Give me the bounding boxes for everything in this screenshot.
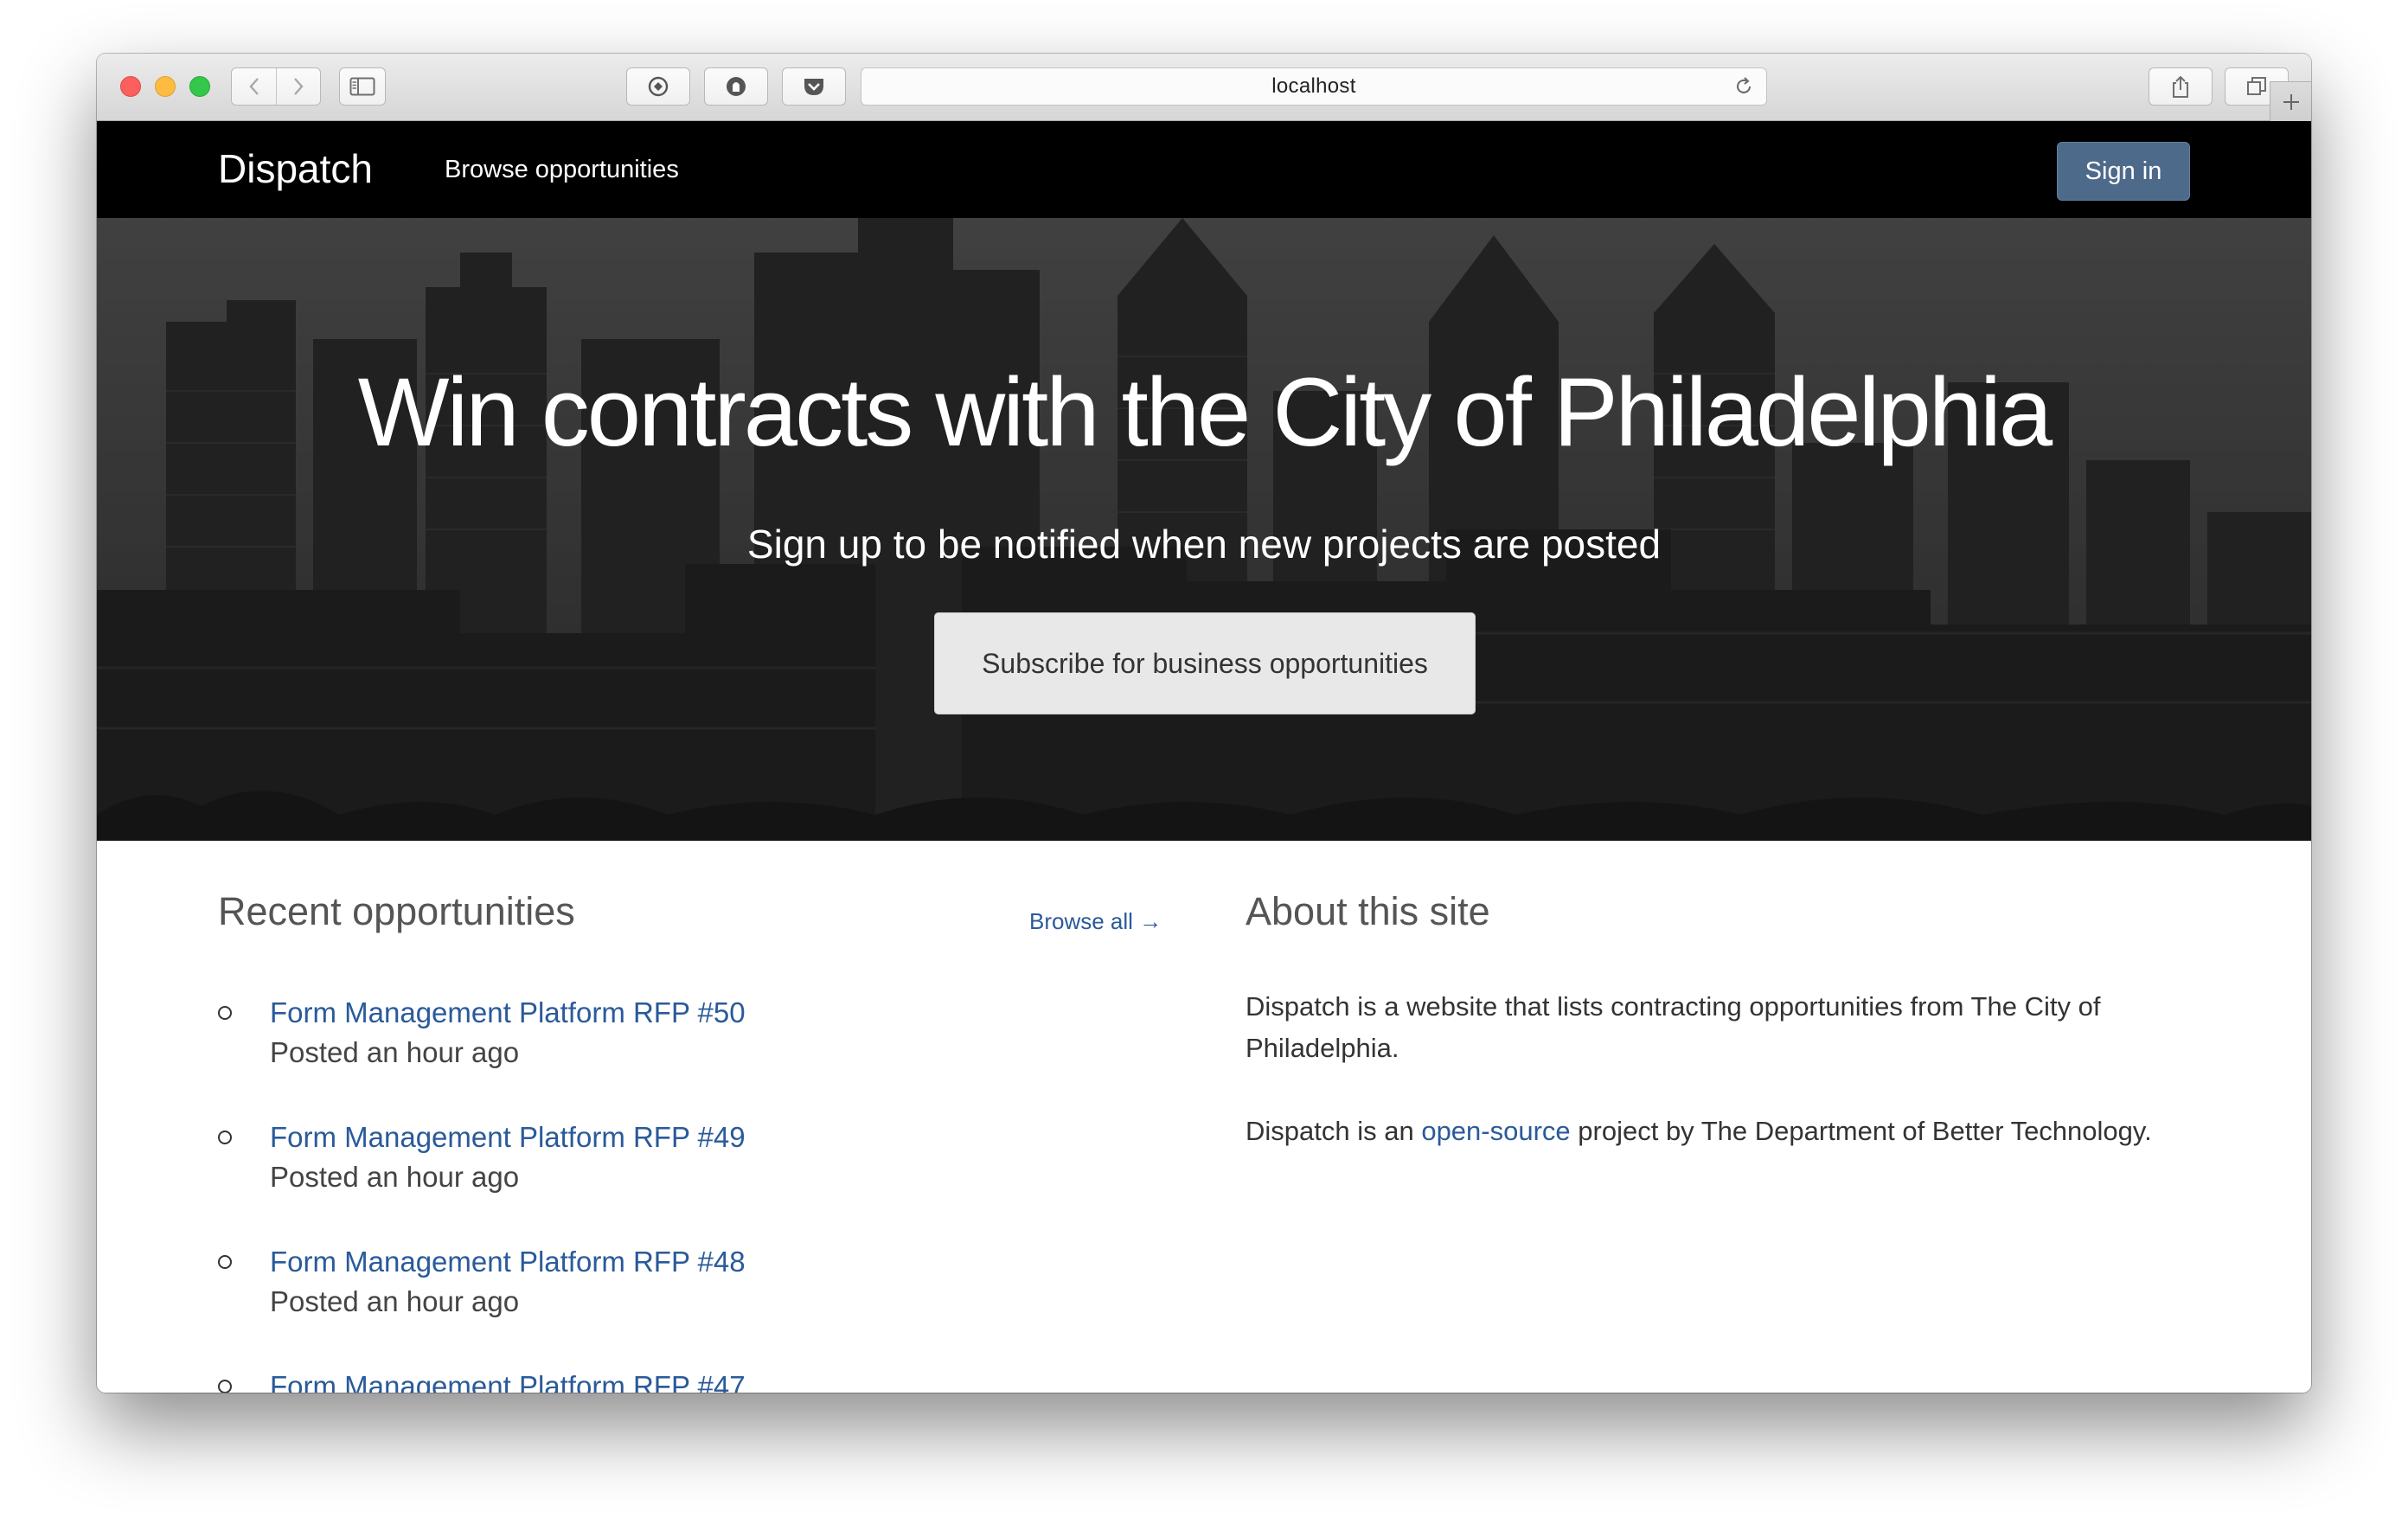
recent-opportunities-heading: Recent opportunities bbox=[218, 889, 575, 933]
address-bar[interactable]: localhost bbox=[861, 67, 1767, 106]
about-paragraph-1: Dispatch is a website that lists contrac… bbox=[1246, 991, 2101, 1063]
sync-icon bbox=[648, 76, 669, 97]
main-content: Recent opportunities Browse all → Form M… bbox=[97, 841, 2311, 1393]
hero-subtitle: Sign up to be notified when new projects… bbox=[746, 522, 1662, 567]
minimize-window-button[interactable] bbox=[155, 76, 176, 97]
opportunity-posted-time: Posted an hour ago bbox=[270, 1036, 520, 1068]
zoom-window-button[interactable] bbox=[189, 76, 210, 97]
bullet-icon bbox=[218, 1006, 232, 1020]
browse-opportunities-link[interactable]: Browse opportunities bbox=[445, 156, 679, 184]
hero-banner: Win contracts with the City of Philadelp… bbox=[97, 218, 2311, 841]
site-navbar: Dispatch Browse opportunities Sign in bbox=[97, 121, 2311, 218]
forward-button[interactable] bbox=[276, 68, 320, 105]
about-heading: About this site bbox=[1246, 889, 1490, 933]
chevron-right-icon bbox=[294, 78, 304, 95]
close-window-button[interactable] bbox=[120, 76, 141, 97]
hero-title: Win contracts with the City of Philadelp… bbox=[357, 358, 2053, 466]
brand-logo[interactable]: Dispatch bbox=[218, 145, 373, 192]
opportunity-link[interactable]: Form Management Platform RFP #47 bbox=[270, 1368, 996, 1393]
subscribe-button[interactable]: Subscribe for business opportunities bbox=[934, 612, 1476, 714]
back-button[interactable] bbox=[232, 68, 276, 105]
opportunity-posted-time: Posted an hour ago bbox=[270, 1285, 520, 1317]
sidebar-button[interactable] bbox=[339, 67, 386, 106]
pocket-icon bbox=[804, 79, 823, 95]
extension-ghostery-button[interactable] bbox=[704, 67, 768, 106]
share-button[interactable] bbox=[2149, 67, 2213, 106]
opportunity-link[interactable]: Form Management Platform RFP #50 bbox=[270, 995, 996, 1031]
open-source-link[interactable]: open-source bbox=[1421, 1116, 1570, 1146]
list-item: Form Management Platform RFP #47 bbox=[218, 1368, 996, 1393]
list-item: Form Management Platform RFP #50 Posted … bbox=[218, 995, 996, 1119]
share-icon bbox=[2173, 75, 2188, 98]
tabs-icon bbox=[2247, 77, 2266, 95]
browser-window: localhost Dispatch Browse opportunities … bbox=[97, 54, 2311, 1393]
opportunity-list: Form Management Platform RFP #50 Posted … bbox=[218, 995, 996, 1393]
browse-all-link[interactable]: Browse all → bbox=[1029, 908, 1162, 935]
about-text: project by The Department of Better Tech… bbox=[1570, 1116, 2152, 1146]
list-item: Form Management Platform RFP #48 Posted … bbox=[218, 1244, 996, 1368]
extension-pocket-button[interactable] bbox=[782, 67, 846, 106]
reload-icon[interactable] bbox=[1733, 76, 1754, 97]
bullet-icon bbox=[218, 1131, 232, 1144]
sign-in-button[interactable]: Sign in bbox=[2057, 142, 2190, 201]
plus-icon bbox=[2283, 93, 2299, 110]
new-tab-button[interactable] bbox=[2270, 81, 2311, 121]
back-forward-buttons bbox=[231, 67, 321, 106]
bullet-icon bbox=[218, 1255, 232, 1269]
browser-toolbar: localhost bbox=[97, 54, 2311, 121]
about-text: Dispatch is an bbox=[1246, 1116, 1422, 1146]
opportunity-posted-time: Posted an hour ago bbox=[270, 1161, 520, 1193]
opportunity-link[interactable]: Form Management Platform RFP #48 bbox=[270, 1244, 996, 1280]
chevron-left-icon bbox=[248, 78, 259, 95]
list-item: Form Management Platform RFP #49 Posted … bbox=[218, 1119, 996, 1244]
sidebar-icon bbox=[349, 77, 375, 96]
opportunity-link[interactable]: Form Management Platform RFP #49 bbox=[270, 1119, 996, 1156]
ghost-icon bbox=[727, 77, 746, 96]
about-paragraph-2: Dispatch is an open-source project by Th… bbox=[1246, 1111, 2197, 1152]
extension-sync-button[interactable] bbox=[626, 67, 690, 106]
url-text: localhost bbox=[1271, 74, 1356, 98]
bullet-icon bbox=[218, 1380, 232, 1393]
